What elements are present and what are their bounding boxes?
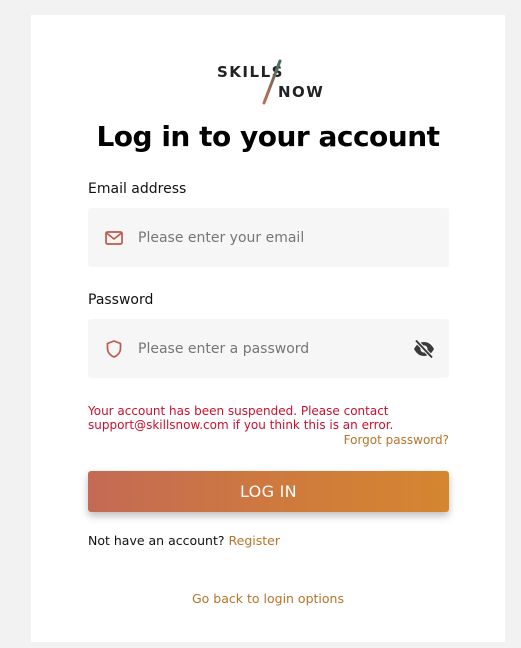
back-to-login-options-link[interactable]: Go back to login options: [31, 591, 505, 606]
register-prompt-text: Not have an account?: [88, 533, 225, 548]
shield-icon: [106, 340, 122, 358]
login-button[interactable]: LOG IN: [88, 471, 449, 512]
password-input[interactable]: [138, 319, 398, 378]
forgot-password-link[interactable]: Forgot password?: [344, 433, 449, 447]
email-input[interactable]: [138, 208, 398, 267]
logo-word-now: NOW: [278, 83, 325, 101]
password-field-container: [88, 319, 449, 378]
page-title: Log in to your account: [96, 120, 440, 153]
skillsnow-logo: SKILLS NOW: [216, 57, 326, 107]
login-card: SKILLS NOW Log in to your account Email …: [31, 15, 505, 642]
email-field-container: [88, 208, 449, 267]
register-prompt: Not have an account? Register: [88, 533, 280, 548]
eye-slash-icon[interactable]: [412, 337, 436, 361]
password-label: Password: [88, 292, 154, 308]
email-label: Email address: [88, 181, 187, 197]
register-link[interactable]: Register: [229, 533, 280, 548]
mail-icon: [105, 231, 123, 245]
error-message: Your account has been suspended. Please …: [88, 404, 394, 432]
